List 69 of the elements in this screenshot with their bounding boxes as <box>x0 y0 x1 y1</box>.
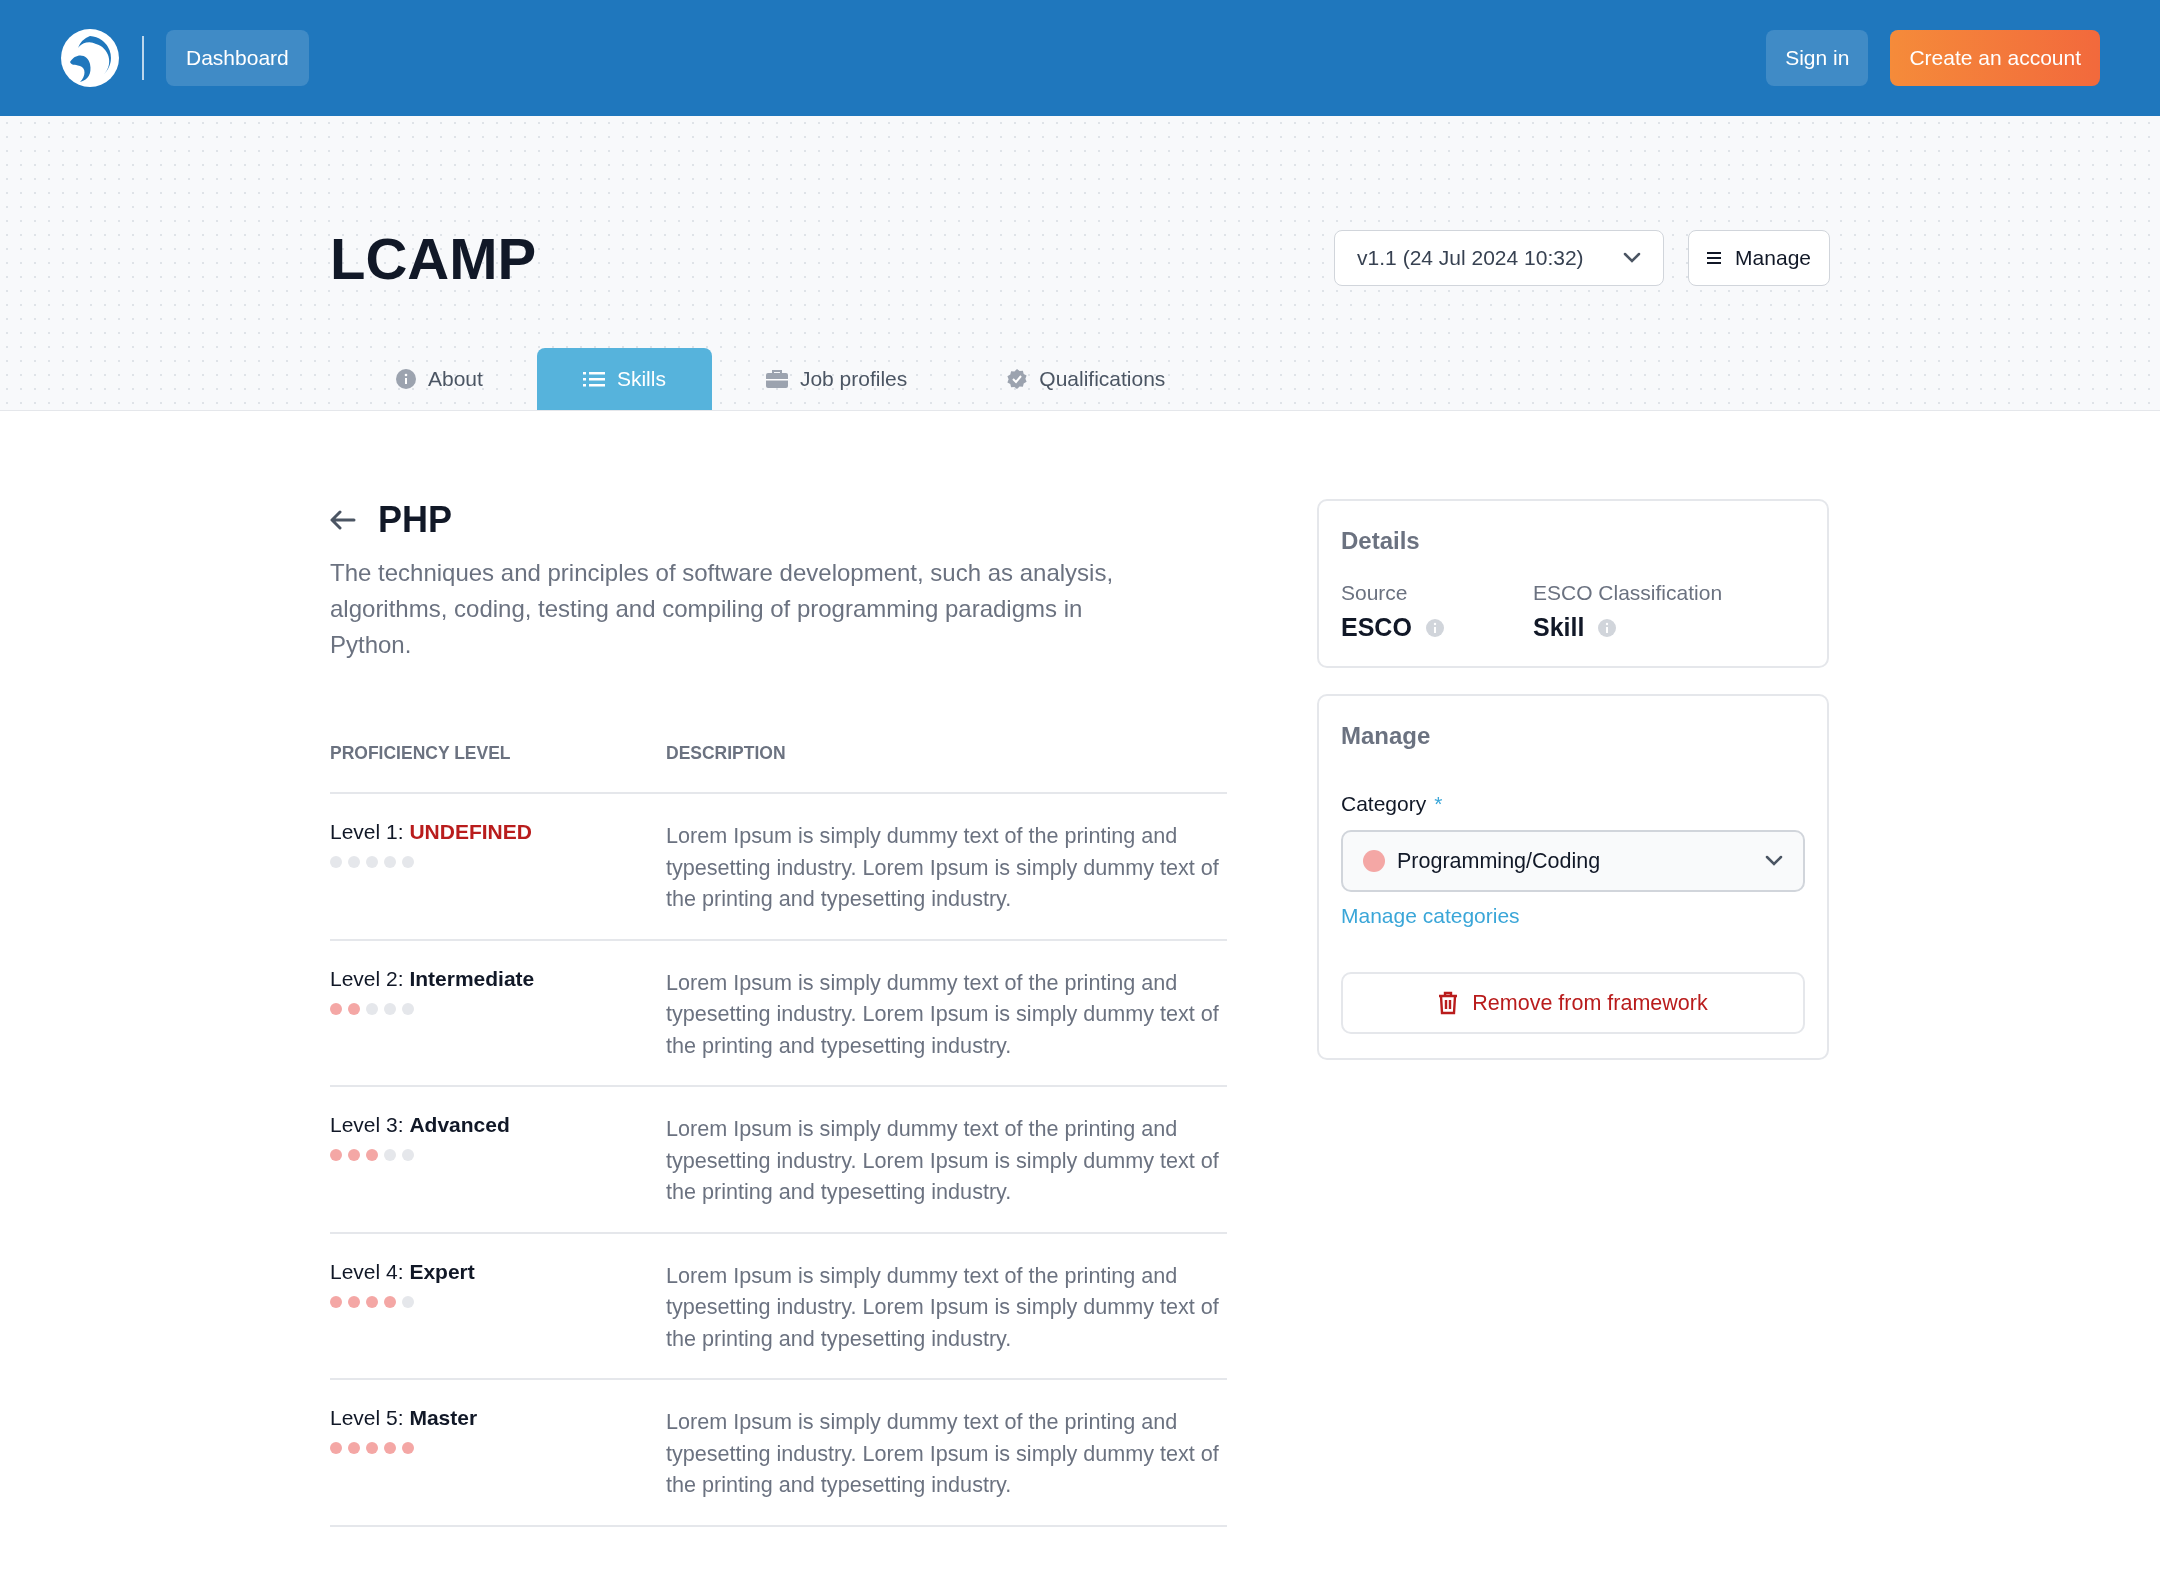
list-icon <box>582 371 605 387</box>
chevron-down-icon <box>1623 252 1642 264</box>
category-select[interactable]: Programming/Coding <box>1341 830 1805 892</box>
rating-dot <box>366 856 378 868</box>
level-description: Lorem Ipsum is simply dummy text of the printing and typesetting industry. Lorem Ipsum is simply dummy text of the printing and typesetting industry. <box>666 1408 1220 1499</box>
menu-icon <box>1707 252 1722 264</box>
tab[interactable]: Job profiles <box>719 348 954 410</box>
column-header: DESCRIPTION <box>666 743 787 764</box>
rating-dot <box>384 1149 396 1161</box>
version-select[interactable]: v1.1 (24 Jul 2024 10:32) <box>1334 230 1665 286</box>
field-value: Skill <box>1533 613 1585 642</box>
rating-dot <box>366 1149 378 1161</box>
field-label: Category <box>1341 792 1427 816</box>
rating-dot <box>366 1442 378 1454</box>
rating-dot <box>348 856 360 868</box>
required-mark: * <box>1434 792 1443 816</box>
rating-dot <box>330 1149 342 1161</box>
manage-button[interactable]: Manage <box>1688 230 1830 286</box>
chevron-down-icon <box>1765 855 1783 867</box>
skill-title: PHP <box>378 499 453 541</box>
field-label: ESCO Classification <box>1533 581 1724 605</box>
tab[interactable]: About <box>350 348 529 410</box>
sign-in-button[interactable]: Sign in <box>1766 30 1869 86</box>
dashboard-button[interactable]: Dashboard <box>166 30 309 86</box>
level-label: Level 1: UNDEFINED <box>330 820 532 843</box>
info-icon <box>396 369 416 389</box>
rating-dot <box>330 1295 342 1308</box>
briefcase-icon <box>765 369 788 389</box>
rating-dot <box>330 1442 342 1454</box>
level-label: Level 3: Advanced <box>330 1113 510 1136</box>
rating-dot <box>384 1002 396 1015</box>
rating-dot <box>348 1295 360 1308</box>
rating-dot <box>402 1295 414 1308</box>
logo-icon <box>60 28 120 88</box>
card-title: Details <box>1341 527 1421 555</box>
trash-icon <box>1438 991 1459 1015</box>
badge-check-icon <box>1007 369 1028 389</box>
skill-description: The techniques and principles of software development, such as analysis, algorithms, coding, testing and compiling of programming paradigms in Python. <box>330 558 1115 660</box>
column-header: PROFICIENCY LEVEL <box>330 743 512 764</box>
card-title: Manage <box>1341 722 1432 750</box>
remove-button[interactable]: Remove from framework <box>1341 972 1805 1034</box>
level-description: Lorem Ipsum is simply dummy text of the printing and typesetting industry. Lorem Ipsum is simply dummy text of the printing and typesetting industry. <box>666 1115 1220 1206</box>
back-arrow-icon[interactable] <box>330 510 356 530</box>
rating-dot <box>330 1002 342 1015</box>
field-label: Source <box>1341 581 1409 605</box>
rating-dot <box>366 1295 378 1308</box>
rating-dot <box>348 1002 360 1015</box>
rating-dot <box>384 1442 396 1454</box>
rating-dot <box>402 1149 414 1161</box>
level-description: Lorem Ipsum is simply dummy text of the printing and typesetting industry. Lorem Ipsum is simply dummy text of the printing and typesetting industry. <box>666 968 1220 1060</box>
field-value: ESCO <box>1341 613 1412 642</box>
rating-dot <box>348 1442 360 1454</box>
level-description: Lorem Ipsum is simply dummy text of the printing and typesetting industry. Lorem Ipsum is simply dummy text of the printing and typesetting industry. <box>666 1261 1220 1353</box>
rating-dot <box>330 856 342 868</box>
rating-dot <box>366 1002 378 1015</box>
info-icon <box>1425 618 1444 637</box>
rating-dot <box>384 1295 396 1308</box>
rating-dot <box>348 1149 360 1161</box>
rating-dot <box>402 856 414 868</box>
level-label: Level 5: Master <box>330 1406 478 1429</box>
level-description: Lorem Ipsum is simply dummy text of the printing and typesetting industry. Lorem Ipsum is simply dummy text of the printing and typesetting industry. <box>666 822 1220 913</box>
level-label: Level 4: Expert <box>330 1259 475 1283</box>
page-title: LCAMP <box>330 224 538 292</box>
rating-dot <box>402 1442 414 1454</box>
tab[interactable]: Qualifications <box>961 348 1212 410</box>
rating-dot <box>384 856 396 868</box>
rating-dot <box>402 1002 414 1015</box>
level-label: Level 2: Intermediate <box>330 966 535 990</box>
info-icon <box>1598 618 1617 637</box>
